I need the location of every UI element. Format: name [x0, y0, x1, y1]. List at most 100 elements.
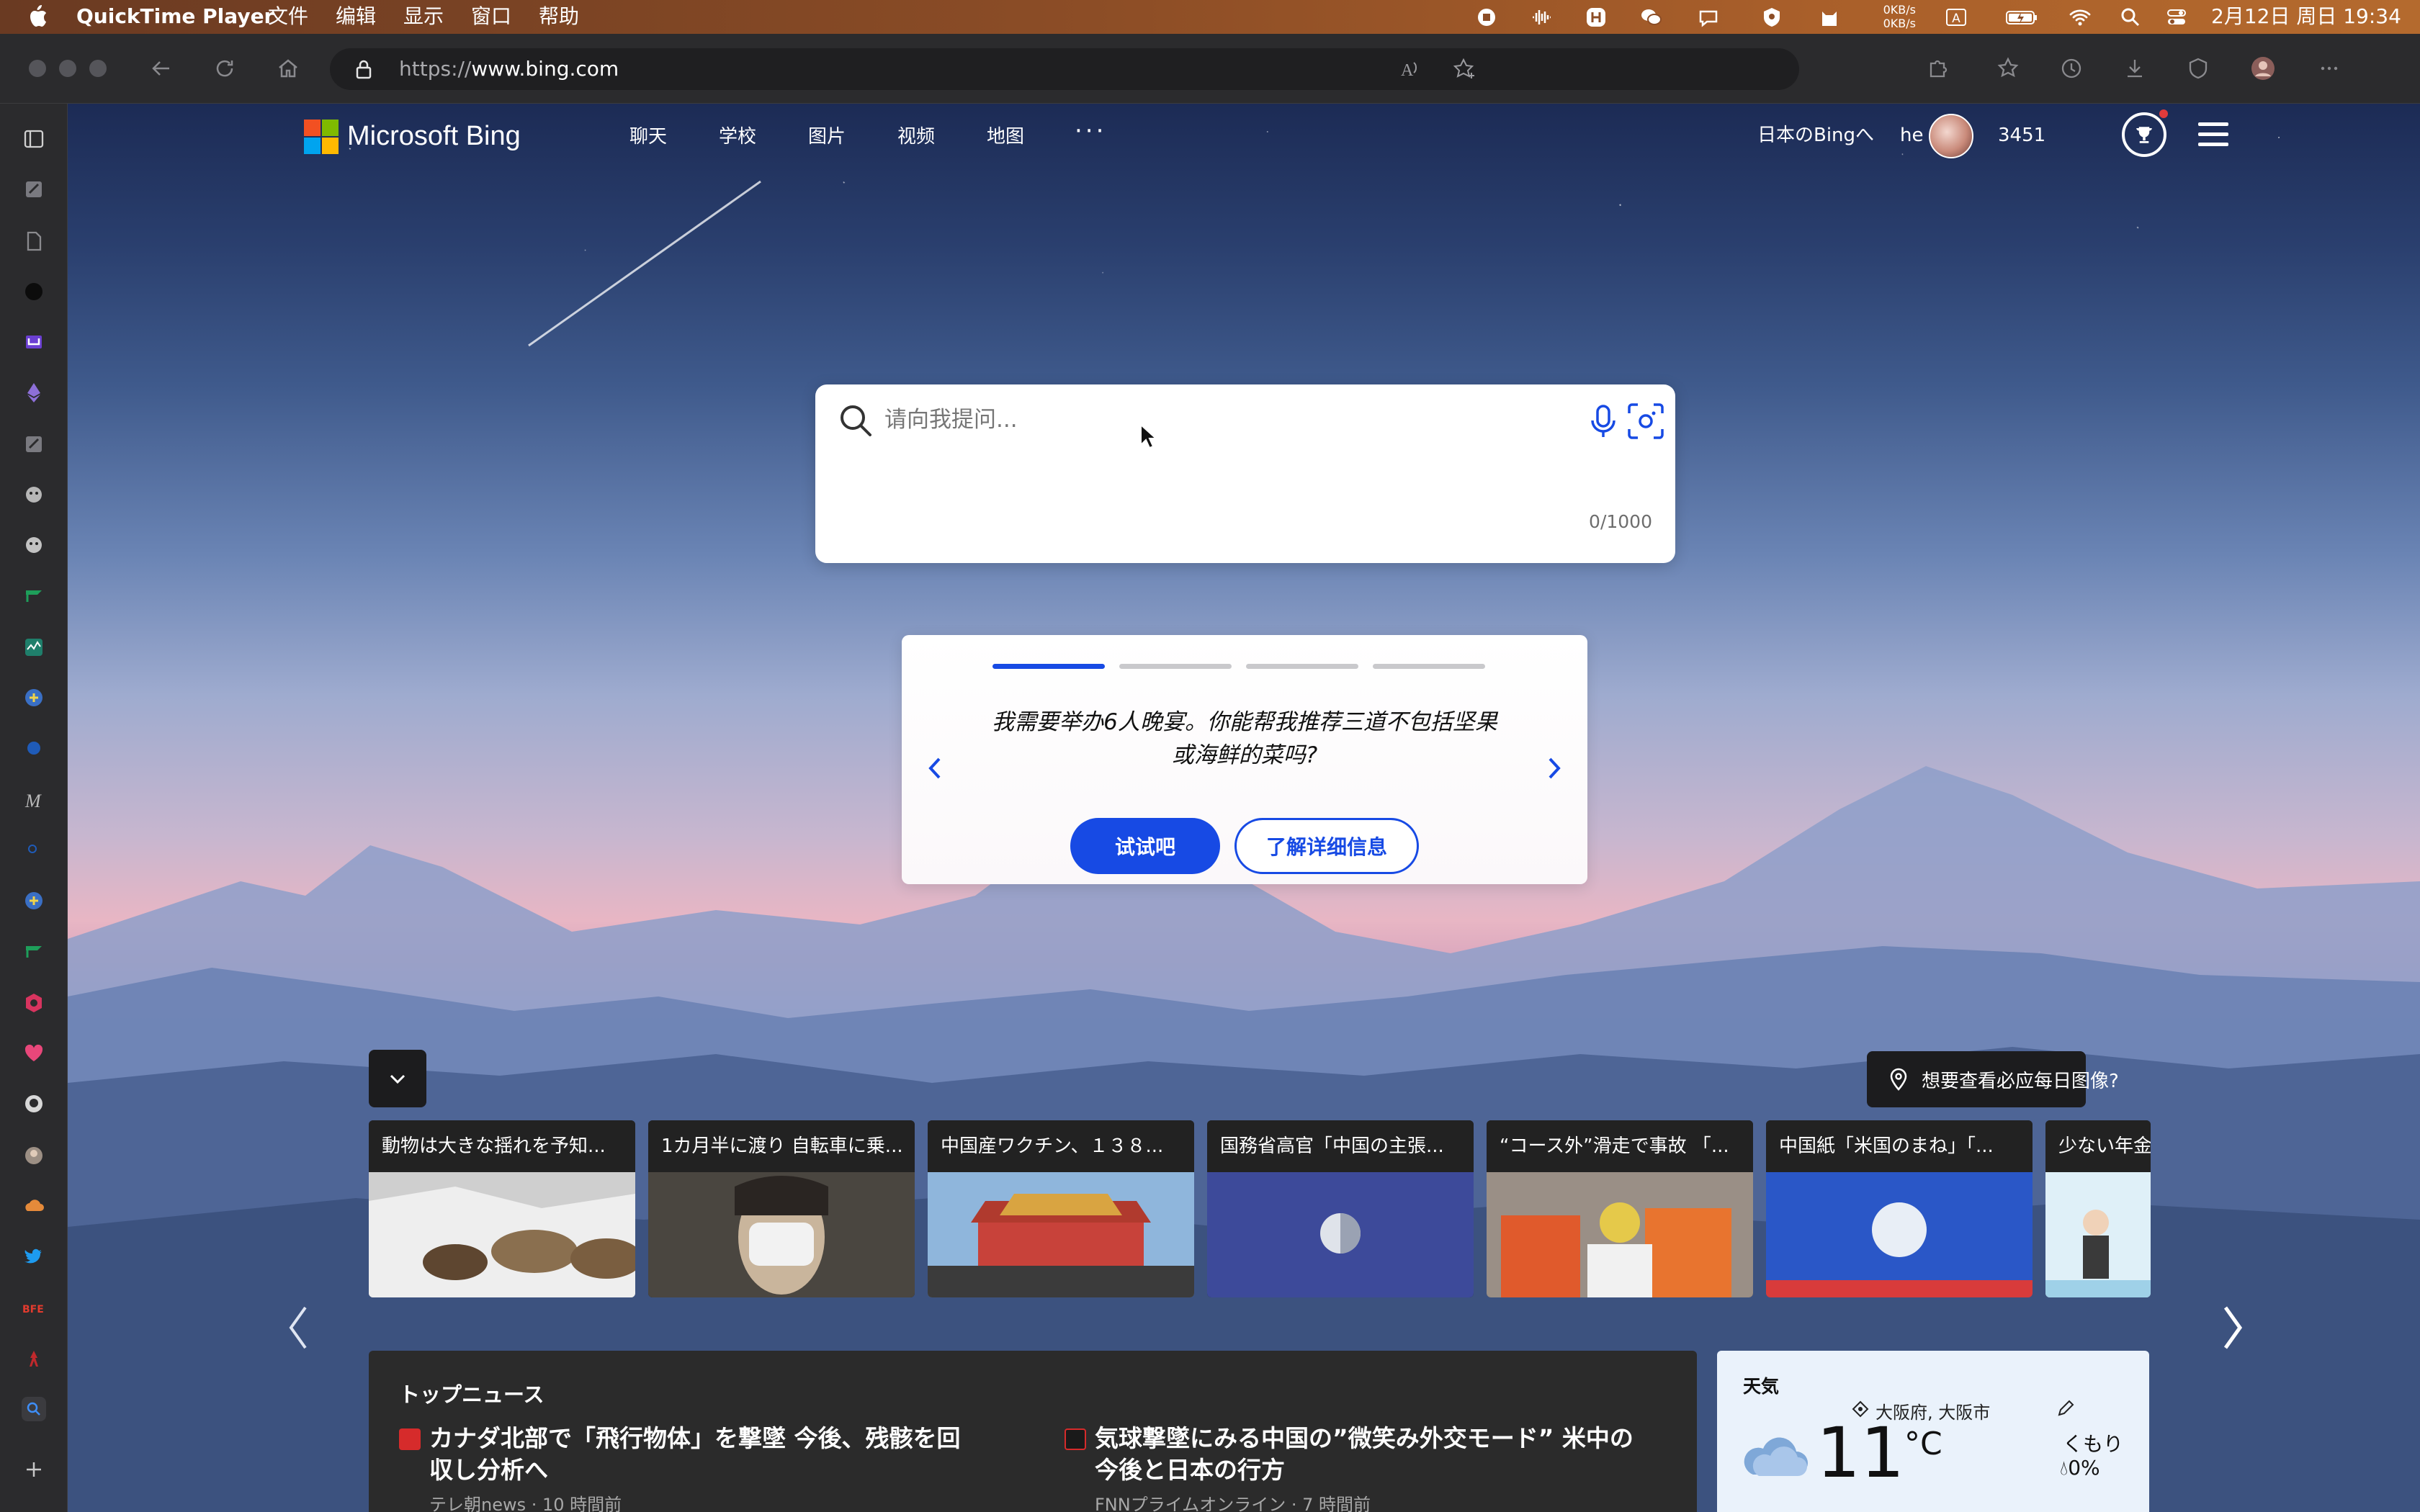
- weather-panel[interactable]: 天気 大阪府, 大阪市 11 °C くもり 💧︎0%: [1717, 1351, 2149, 1512]
- card-next-icon[interactable]: [1540, 750, 1569, 786]
- ethereum-tab-icon[interactable]: [22, 380, 46, 405]
- url-text[interactable]: https://www.bing.com: [399, 56, 619, 82]
- add-favorite-icon[interactable]: [1448, 52, 1482, 86]
- purple-tab-icon[interactable]: [22, 330, 46, 354]
- news-card[interactable]: “コース外”滑走で事故 「...: [1487, 1120, 1753, 1297]
- more-options-icon[interactable]: [2312, 51, 2347, 86]
- network-speed[interactable]: 0KB/s 0KB/s: [1873, 3, 1916, 30]
- nav-images[interactable]: 图片: [808, 124, 846, 150]
- user-avatar[interactable]: [1929, 114, 1973, 158]
- green-flag-tab-2-icon[interactable]: [22, 939, 46, 963]
- collapse-feed-button[interactable]: [369, 1050, 426, 1107]
- rewards-trophy-icon[interactable]: [2122, 112, 2166, 157]
- card-prev-icon[interactable]: [920, 750, 949, 786]
- carousel-progress-step[interactable]: [1373, 664, 1485, 669]
- menu-window[interactable]: 窗口: [471, 4, 511, 29]
- bfe-tab-icon[interactable]: BFE: [22, 1296, 46, 1320]
- carousel-progress-step[interactable]: [1119, 664, 1232, 669]
- menu-file[interactable]: 文件: [268, 4, 308, 29]
- refresh-icon[interactable]: [207, 51, 242, 86]
- news-card[interactable]: 中国産ワクチン、１３８...: [928, 1120, 1194, 1297]
- mascot-tab-icon[interactable]: [22, 482, 46, 507]
- bing-tab-icon[interactable]: [22, 1397, 46, 1421]
- tab-actions-icon[interactable]: [22, 127, 46, 151]
- notes-tab-2-icon[interactable]: [22, 432, 46, 456]
- green-flag-tab-icon[interactable]: [22, 583, 46, 608]
- search-icon[interactable]: [838, 403, 874, 439]
- hexagon-tab-icon[interactable]: [22, 991, 46, 1015]
- search-tab-icon[interactable]: [22, 838, 46, 863]
- home-icon[interactable]: [271, 51, 305, 86]
- favorites-icon[interactable]: [1991, 51, 2025, 86]
- news-card[interactable]: 国務省高官「中国の主張...: [1207, 1120, 1474, 1297]
- profile-avatar[interactable]: [2246, 51, 2280, 86]
- blue-dot-tab-icon[interactable]: [22, 736, 46, 760]
- menu-edit[interactable]: 编辑: [336, 4, 376, 29]
- carousel-next-icon[interactable]: [2218, 1302, 2247, 1354]
- back-icon[interactable]: [144, 51, 179, 86]
- menu-view[interactable]: 显示: [403, 4, 444, 29]
- downloads-icon[interactable]: [2118, 51, 2152, 86]
- battery-icon[interactable]: [2005, 6, 2040, 29]
- red-figure-tab-icon[interactable]: [22, 1346, 46, 1371]
- apple-menu-icon[interactable]: [27, 4, 48, 29]
- search-input[interactable]: [884, 402, 1475, 438]
- carousel-progress-step[interactable]: [1246, 664, 1358, 669]
- cloud-tab-icon[interactable]: [22, 1194, 46, 1218]
- input-method-icon[interactable]: A: [1945, 6, 1968, 29]
- wifi-icon[interactable]: [2069, 6, 2092, 29]
- nav-school[interactable]: 学校: [719, 124, 756, 150]
- nav-maps[interactable]: 地图: [987, 124, 1024, 150]
- headline-text[interactable]: 気球撃墜にみる中国の”微笑み外交モード” 米中の今後と日本の行方: [1095, 1423, 1641, 1486]
- medium-tab-icon[interactable]: M: [22, 788, 46, 812]
- image-location-button[interactable]: 想要查看必应每日图像?: [1867, 1051, 2119, 1107]
- try-it-button[interactable]: 试试吧: [1070, 818, 1220, 874]
- user-name[interactable]: he: [1900, 122, 1923, 148]
- news-card[interactable]: 中国紙「米国のまね」「...: [1766, 1120, 2033, 1297]
- nav-more-button[interactable]: ···: [1075, 117, 1106, 145]
- reward-points[interactable]: 3451: [1998, 122, 2045, 148]
- window-minimize-button[interactable]: [59, 60, 76, 77]
- microsoft-logo-icon[interactable]: [304, 120, 339, 154]
- app-name-menu[interactable]: QuickTime Player: [76, 4, 274, 29]
- headline-text[interactable]: カナダ北部で「飛行物体」を撃墜 今後、残骸を回収し分析へ: [429, 1423, 975, 1486]
- learn-more-button[interactable]: 了解详细信息: [1234, 818, 1419, 874]
- carousel-prev-icon[interactable]: [284, 1302, 313, 1354]
- extensions-icon[interactable]: [1920, 51, 1955, 86]
- chat-bubble-icon[interactable]: [1697, 6, 1720, 29]
- edit-location-icon[interactable]: [2056, 1398, 2076, 1418]
- spotlight-search-icon[interactable]: [2119, 6, 2142, 29]
- cat-app-icon[interactable]: [1818, 6, 1841, 29]
- carousel-progress-step[interactable]: [992, 664, 1105, 669]
- heart-tab-icon[interactable]: [22, 1041, 46, 1066]
- mascot-tab-2-icon[interactable]: [22, 533, 46, 557]
- audio-wave-icon[interactable]: [1530, 6, 1553, 29]
- nav-videos[interactable]: 视频: [897, 124, 935, 150]
- notes-tab-icon[interactable]: [22, 177, 46, 202]
- control-center-icon[interactable]: [2165, 6, 2188, 29]
- python-tab-icon[interactable]: [22, 685, 46, 710]
- python-tab-2-icon[interactable]: [22, 888, 46, 913]
- microphone-icon[interactable]: [1587, 403, 1619, 439]
- address-bar[interactable]: https://www.bing.com A: [330, 48, 1799, 90]
- chart-tab-icon[interactable]: [22, 635, 46, 660]
- shield-app-icon[interactable]: [1760, 6, 1783, 29]
- h-app-icon[interactable]: [1585, 6, 1608, 29]
- region-link[interactable]: 日本のBingへ: [1757, 122, 1874, 148]
- news-card[interactable]: 動物は大きな揺れを予知...: [369, 1120, 635, 1297]
- window-close-button[interactable]: [29, 60, 46, 77]
- hamburger-menu-icon[interactable]: [2198, 122, 2228, 148]
- nav-chat[interactable]: 聊天: [629, 124, 667, 150]
- read-aloud-icon[interactable]: A: [1393, 52, 1428, 86]
- document-tab-icon[interactable]: [22, 229, 46, 253]
- bing-logo-text[interactable]: Microsoft Bing: [347, 118, 521, 154]
- avatar-tab-icon[interactable]: [22, 1143, 46, 1168]
- wechat-icon[interactable]: [1639, 6, 1662, 29]
- news-card[interactable]: 1カ月半に渡り 自転車に乗...: [648, 1120, 915, 1297]
- dark-circle-tab-icon[interactable]: [22, 279, 46, 304]
- menubar-clock[interactable]: 2月12日 周日 19:34: [2211, 4, 2401, 29]
- record-stop-icon[interactable]: [1475, 6, 1498, 29]
- add-tab-icon[interactable]: [22, 1457, 46, 1482]
- twitter-tab-icon[interactable]: [22, 1244, 46, 1269]
- lock-icon[interactable]: [351, 57, 376, 81]
